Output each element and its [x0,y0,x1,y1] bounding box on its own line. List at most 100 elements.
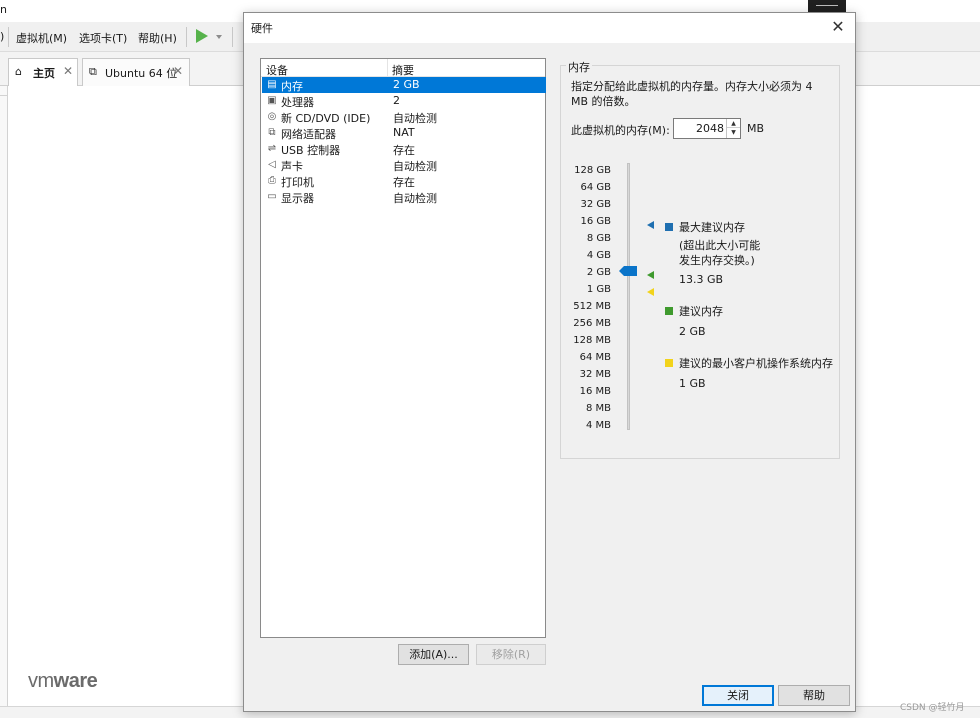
device-name: 处理器 [281,96,314,109]
max-recommended-value: 13.3 GB [679,273,724,286]
device-row-cd-dvd[interactable]: ◎ 新 CD/DVD (IDE) 自动检测 [262,109,546,125]
scale-label: 2 GB [586,267,611,278]
scale-label: 16 MB [579,386,611,397]
close-button[interactable]: 关闭 [702,685,774,706]
tab-home[interactable]: ⌂ 主页 ✕ [8,58,78,86]
max-recommended-label: 最大建议内存 [679,221,745,234]
recommended-value: 2 GB [679,325,706,338]
min-guest-swatch [665,359,673,367]
recommended-marker [647,271,654,279]
menu-separator [186,27,187,47]
device-row-usb-controller[interactable]: ⇌ USB 控制器 存在 [262,141,546,157]
device-summary: 存在 [393,144,415,157]
device-name: 网络适配器 [281,128,336,141]
scale-label: 32 GB [580,199,611,210]
menu-tabs[interactable]: 选项卡(T) [79,30,127,46]
chevron-up-icon[interactable]: ▲ [727,119,740,128]
scale-label: 128 GB [574,165,611,176]
min-guest-label: 建议的最小客户机操作系统内存 [679,357,833,370]
scale-label: 8 GB [586,233,611,244]
memory-slider-track[interactable] [627,163,630,430]
scale-label: 128 MB [573,335,611,346]
device-summary: 自动检测 [393,160,437,173]
add-hardware-button[interactable]: 添加(A)... [398,644,469,665]
min-guest-marker [647,288,654,296]
device-name: 打印机 [281,176,314,189]
menu-vm[interactable]: 虚拟机(M) [16,30,67,46]
vmware-logo: vmware [28,670,98,693]
library-panel [0,86,8,706]
close-icon[interactable]: ✕ [173,64,183,78]
menu-help[interactable]: 帮助(H) [138,30,177,46]
column-device[interactable]: 设备 [266,62,288,78]
device-summary: 自动检测 [393,192,437,205]
remove-hardware-button[interactable]: 移除(R) [476,644,546,665]
sound-card-icon: ◁ [268,159,276,170]
processor-icon: ▣ [267,95,277,106]
device-summary: NAT [393,126,415,139]
scale-label: 512 MB [573,301,611,312]
device-row-network-adapter[interactable]: ⧉ 网络适配器 NAT [262,125,546,141]
device-list-header: 设备 摘要 [261,59,545,77]
device-row-sound-card[interactable]: ◁ 声卡 自动检测 [262,157,546,173]
window-controls[interactable] [808,0,846,12]
menu-separator [232,27,233,47]
scale-label: 256 MB [573,318,611,329]
menu-item-partial[interactable]: ) [0,30,4,43]
memory-size-value[interactable]: 2048 [696,122,724,135]
scale-label: 8 MB [585,403,611,414]
dialog-title: 硬件 [251,22,273,35]
device-name: 声卡 [281,160,303,173]
scale-label: 1 GB [586,284,611,295]
device-list[interactable]: 设备 摘要 ▤ 内存 2 GB ▣ 处理器 2 ◎ 新 CD/DVD (IDE)… [260,58,546,638]
close-icon[interactable]: ✕ [827,16,849,38]
tab-home-label: 主页 [33,67,55,80]
cd-dvd-icon: ◎ [267,111,277,122]
logo-suffix: ware [53,670,98,692]
tab-ubuntu-label: Ubuntu 64 位 [105,67,178,80]
device-row-display[interactable]: ▭ 显示器 自动检测 [262,189,546,205]
network-adapter-icon: ⧉ [268,127,276,138]
device-row-printer[interactable]: ⎙ 打印机 存在 [262,173,546,189]
scale-label: 32 MB [579,369,611,380]
scale-label: 64 MB [579,352,611,363]
column-divider[interactable] [387,59,388,77]
recommended-label: 建议内存 [679,305,723,318]
max-recommended-note: (超出此大小可能 发生内存交换。) [679,239,761,267]
device-name: 内存 [281,80,303,93]
chevron-down-icon[interactable] [216,35,222,39]
scale-label: 4 GB [586,250,611,261]
memory-slider-thumb[interactable] [619,266,637,276]
device-row-processor[interactable]: ▣ 处理器 2 [262,93,546,109]
scale-label: 16 GB [580,216,611,227]
dialog-titlebar: 硬件 ✕ [244,13,855,43]
hardware-dialog: 硬件 ✕ 设备 摘要 ▤ 内存 2 GB ▣ 处理器 2 ◎ 新 CD/DVD … [243,12,856,712]
vm-icon: ⧉ [89,65,97,78]
max-recommended-marker [647,221,654,229]
max-recommended-swatch [665,223,673,231]
scale-label: 64 GB [580,182,611,193]
chevron-down-icon[interactable]: ▼ [727,128,740,137]
memory-unit: MB [747,122,765,135]
memory-icon: ▤ [267,79,277,90]
device-summary: 自动检测 [393,112,437,125]
display-icon: ▭ [267,191,277,202]
help-button[interactable]: 帮助 [778,685,850,706]
device-row-memory[interactable]: ▤ 内存 2 GB [262,77,546,93]
memory-group-title: 内存 [566,59,592,75]
column-summary[interactable]: 摘要 [392,62,414,78]
memory-size-stepper[interactable]: 2048 ▲ ▼ [673,118,741,139]
memory-description: 指定分配给此虚拟机的内存量。内存大小必须为 4 MB 的倍数。 [571,80,813,108]
tab-ubuntu[interactable]: ⧉ Ubuntu 64 位 ✕ [82,58,190,86]
device-summary: 2 GB [393,78,420,91]
device-name: USB 控制器 [281,144,341,157]
library-panel-header [0,86,8,96]
device-name: 新 CD/DVD (IDE) [281,112,371,125]
recommended-swatch [665,307,673,315]
watermark-credit: CSDN @轻竹月 [900,703,965,713]
memory-field-label: 此虚拟机的内存(M): [571,124,670,137]
play-icon[interactable] [196,29,208,43]
stepper-arrows: ▲ ▼ [726,119,740,138]
close-icon[interactable]: ✕ [63,64,73,78]
memory-group: 内存 指定分配给此虚拟机的内存量。内存大小必须为 4 MB 的倍数。 此虚拟机的… [560,59,840,459]
